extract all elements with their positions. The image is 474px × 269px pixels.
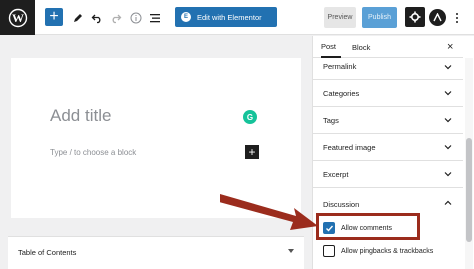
list-view-icon[interactable] [148,8,162,27]
astra-logo-icon[interactable] [429,9,446,26]
toc-label: Table of Contents [18,248,77,257]
preview-button[interactable]: Preview [324,7,356,28]
panel-label: Tags [323,116,339,125]
redo-icon[interactable] [109,8,123,27]
panel-permalink[interactable]: Permalink [313,56,463,80]
top-toolbar: W + E Edit with Elementor Preview Publis… [0,0,474,35]
add-block-button[interactable]: + [45,8,63,26]
svg-text:W: W [12,11,24,25]
highlight-box [316,213,420,240]
tools-pencil-icon[interactable] [71,8,85,27]
edit-with-elementor-button[interactable]: E Edit with Elementor [175,7,277,27]
panel-tags[interactable]: Tags [313,107,463,134]
panel-excerpt[interactable]: Excerpt [313,161,463,188]
block-inserter-plus-icon[interactable]: + [245,145,259,159]
settings-gear-icon[interactable] [405,7,425,27]
undo-icon[interactable] [90,8,104,27]
allow-pingbacks-label: Allow pingbacks & trackbacks [341,247,434,255]
tab-post[interactable]: Post [321,36,341,58]
publish-button[interactable]: Publish [362,7,397,28]
chevron-down-icon [444,91,452,96]
chevron-down-icon [444,172,452,177]
panel-featured-image[interactable]: Featured image [313,134,463,161]
discussion-label: Discussion [323,200,360,209]
close-icon[interactable]: × [447,41,453,53]
plus-icon: + [49,8,59,25]
wordpress-logo-icon[interactable]: W [0,0,35,35]
sidebar-scroll-thumb[interactable] [466,138,472,242]
panel-categories[interactable]: Categories [313,80,463,107]
title-placeholder[interactable]: Add title [50,106,111,126]
annotation-arrow-icon [220,194,318,230]
chevron-down-icon [444,145,452,150]
allow-pingbacks-checkbox[interactable] [323,245,335,257]
info-icon[interactable] [129,8,143,27]
elementor-button-label: Edit with Elementor [197,12,262,22]
chevron-down-icon [444,118,452,123]
grammarly-icon[interactable]: G [243,110,257,124]
tab-block[interactable]: Block [352,36,370,58]
table-of-contents-panel[interactable]: Table of Contents [8,236,304,269]
panel-label: Categories [323,89,360,98]
panel-label: Permalink [323,62,357,71]
sidebar-tabs: Post Block × [313,36,463,58]
caret-down-icon[interactable] [288,249,294,253]
elementor-icon: E [181,12,191,22]
chevron-down-icon [444,65,452,70]
panel-label: Excerpt [323,170,349,179]
more-options-icon[interactable] [453,8,461,27]
panel-label: Featured image [323,143,376,152]
allow-pingbacks-option[interactable]: Allow pingbacks & trackbacks [323,244,433,258]
chevron-up-icon [444,200,452,205]
block-placeholder[interactable]: Type / to choose a block [50,148,136,157]
